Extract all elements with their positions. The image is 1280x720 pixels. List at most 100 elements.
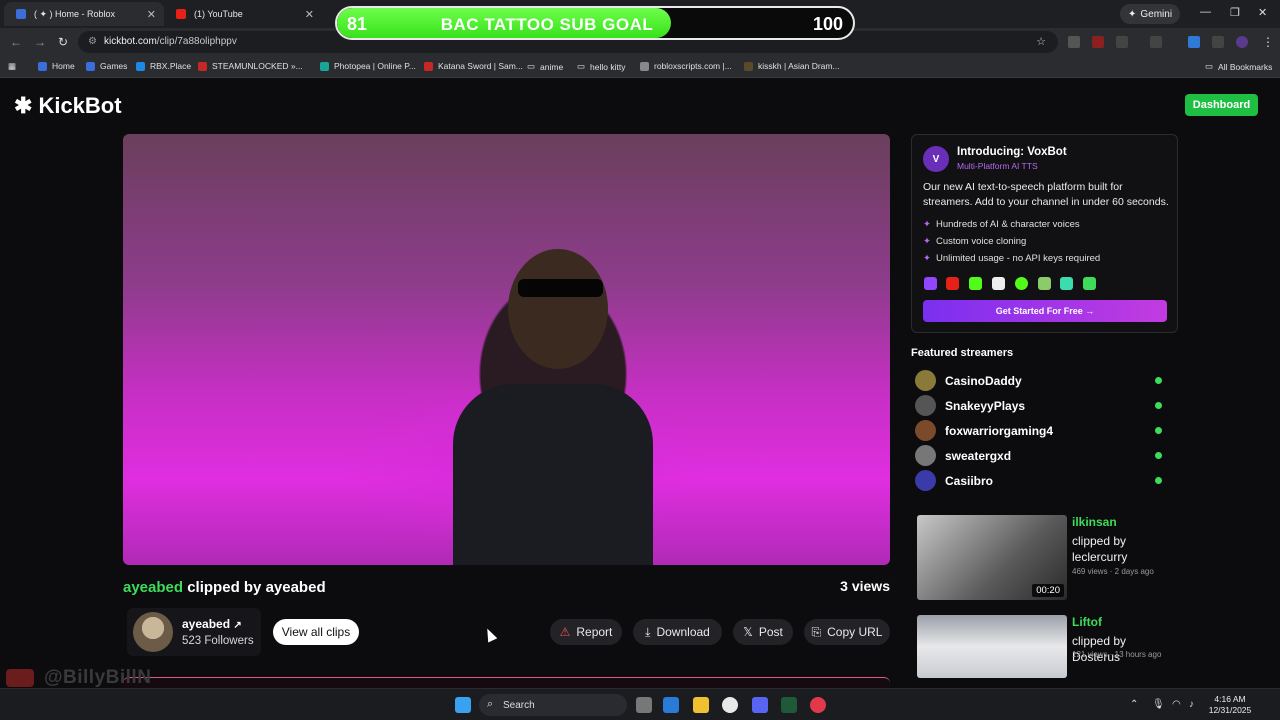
clip-video-player[interactable] <box>123 134 890 565</box>
roblox-icon <box>86 61 95 71</box>
clip-title: ayeabed clipped by ayeabed <box>123 579 326 596</box>
kick-icon <box>969 277 982 290</box>
related-clipper: clipped by Dosterus <box>1072 634 1127 664</box>
tab-roblox[interactable]: ( ✦ ) Home - Roblox ✕ <box>4 2 164 26</box>
view-all-clips-button[interactable]: View all clips <box>273 619 359 645</box>
back-arrow-icon[interactable]: ← <box>10 35 22 49</box>
related-channel[interactable]: Liftof <box>1072 615 1102 629</box>
microphone-icon[interactable]: 🎙 <box>1152 699 1165 710</box>
bookmark-folder-anime[interactable]: ▭ anime <box>527 61 563 72</box>
restore-icon[interactable]: ❐ <box>1230 6 1240 19</box>
bookmark-photopea[interactable]: Photopea | Online P... <box>320 61 416 71</box>
streamer-name: foxwarriorgaming4 <box>945 424 1054 438</box>
sub-goal-title: BAC TATTOO SUB GOAL <box>440 15 654 34</box>
copy-url-button[interactable]: ⎘ Copy URL <box>804 619 890 645</box>
promo-description: Our new AI text-to-speech platform built… <box>923 181 1169 208</box>
clip-thumbnail[interactable] <box>917 615 1067 678</box>
creator-name[interactable]: ayeabed ↗ <box>182 617 242 631</box>
close-window-icon[interactable]: ✕ <box>1258 6 1267 19</box>
clip-duration: 00:20 <box>1032 584 1064 597</box>
bookmark-star-icon[interactable]: ☆ <box>1036 35 1046 48</box>
gemini-button[interactable]: ✦ Gemini <box>1120 4 1181 24</box>
chrome-icon[interactable] <box>722 697 738 713</box>
logo-text: KickBot <box>38 93 122 118</box>
minimize-icon[interactable]: — <box>1200 6 1211 18</box>
clip-channel-link[interactable]: ayeabed <box>123 579 183 596</box>
discord-icon[interactable] <box>752 697 768 713</box>
reload-icon[interactable]: ↻ <box>58 35 68 49</box>
bookmark-kisskh[interactable]: kisskh | Asian Dram... <box>744 61 840 71</box>
related-meta: 121 views · 13 hours ago <box>1072 650 1162 659</box>
share-icon: ⎘ <box>811 624 822 639</box>
bookmark-katana[interactable]: Katana Sword | Sam... <box>424 61 523 71</box>
windows-start-icon[interactable] <box>455 697 471 713</box>
sparkle-icon: ✦ <box>923 236 931 247</box>
sub-goal-overlay: 81 BAC TATTOO SUB GOAL 100 <box>335 6 855 40</box>
apps-grid-icon[interactable]: ▦ <box>8 61 16 72</box>
task-view-icon[interactable] <box>636 697 652 713</box>
file-explorer-icon[interactable] <box>693 697 709 713</box>
bookmark-games[interactable]: Games <box>86 61 127 71</box>
follower-count: 523 Followers <box>182 635 254 647</box>
taskbar-search[interactable]: ⌕ Search <box>479 694 627 716</box>
post-button[interactable]: 𝕏 Post <box>733 619 793 645</box>
report-button[interactable]: ⚠ Report <box>550 619 622 645</box>
sparkle-icon: ✦ <box>1128 8 1137 20</box>
tab-title: ( ✦ ) Home - Roblox <box>34 8 116 19</box>
opera-icon[interactable] <box>810 697 826 713</box>
platform-icon <box>1038 277 1051 290</box>
bookmark-rbxplace[interactable]: RBX.Place <box>136 61 191 71</box>
site-info-icon[interactable]: ⚙ <box>88 36 97 47</box>
related-channel[interactable]: ilkinsan <box>1072 515 1117 529</box>
get-started-button[interactable]: Get Started For Free → <box>923 300 1167 322</box>
app-icon[interactable] <box>781 697 797 713</box>
streamer-watermark: @BillyBillN <box>6 667 151 689</box>
bookmark-home[interactable]: Home <box>38 61 75 71</box>
taskbar-clock[interactable]: 4:16 AM 12/31/2025 <box>1205 694 1255 716</box>
kickbot-logo-icon: ✱ <box>14 93 33 118</box>
related-clip[interactable]: 00:20 ilkinsan clipped by leclercurry 46… <box>917 515 1177 600</box>
app-icon[interactable] <box>663 697 679 713</box>
sidebar-icon[interactable] <box>1150 36 1162 48</box>
dashboard-button[interactable]: Dashboard <box>1185 94 1258 116</box>
menu-kebab-icon[interactable]: ⋮ <box>1262 35 1274 49</box>
bookmark-folder-hello-kitty[interactable]: ▭ hello kitty <box>577 61 625 72</box>
youtube-icon <box>6 669 34 687</box>
folder-icon: ▭ <box>1205 61 1214 71</box>
featured-streamer-item[interactable]: sweatergxd <box>915 444 1162 466</box>
featured-streamer-item[interactable]: CasinoDaddy <box>915 369 1162 391</box>
clip-thumbnail[interactable]: 00:20 <box>917 515 1067 600</box>
extension-icon[interactable] <box>1092 36 1104 48</box>
chevron-up-icon[interactable]: ⌃ <box>1130 699 1138 710</box>
promo-subtitle: Multi-Platform AI TTS <box>957 161 1038 171</box>
tab-title: (1) YouTube <box>194 9 243 19</box>
site-icon <box>640 61 649 71</box>
extension-icon[interactable] <box>1068 36 1080 48</box>
download-icon[interactable] <box>1188 36 1200 48</box>
folder-icon: ▭ <box>527 61 536 71</box>
tab-youtube[interactable]: (1) YouTube ✕ <box>164 2 322 26</box>
tiktok-icon <box>992 277 1005 290</box>
volume-icon[interactable]: ♪ <box>1189 699 1194 710</box>
clip-view-count: 3 views <box>840 578 890 594</box>
puzzle-icon[interactable] <box>1116 36 1128 48</box>
all-bookmarks[interactable]: ▭ All Bookmarks <box>1205 61 1272 72</box>
profile-avatar[interactable] <box>1236 36 1248 48</box>
close-tab-icon[interactable]: ✕ <box>305 8 314 21</box>
featured-streamer-item[interactable]: SnakeyyPlays <box>915 394 1162 416</box>
streamer-name: SnakeyyPlays <box>945 399 1026 413</box>
kickbot-page: ✱ KickBot Dashboard ayeabed clipped by a… <box>0 79 1280 688</box>
bookmark-steamunlocked[interactable]: STEAMUNLOCKED »... <box>198 61 303 71</box>
creator-card[interactable]: ayeabed ↗ 523 Followers <box>127 608 261 656</box>
promo-feature: ✦ Custom voice cloning <box>923 236 1027 247</box>
wifi-icon[interactable]: ◠ <box>1172 699 1181 710</box>
forward-arrow-icon[interactable]: → <box>34 35 46 49</box>
download-button[interactable]: ⤓ Download <box>633 619 722 645</box>
media-icon[interactable] <box>1212 36 1224 48</box>
kickbot-logo[interactable]: ✱ KickBot <box>14 93 122 119</box>
featured-streamer-item[interactable]: foxwarriorgaming4 <box>915 419 1162 441</box>
bookmark-robloxscripts[interactable]: robloxscripts.com |... <box>640 61 732 71</box>
featured-streamer-item[interactable]: Casiibro <box>915 469 1162 491</box>
avatar <box>915 395 936 416</box>
close-tab-icon[interactable]: ✕ <box>147 8 156 21</box>
